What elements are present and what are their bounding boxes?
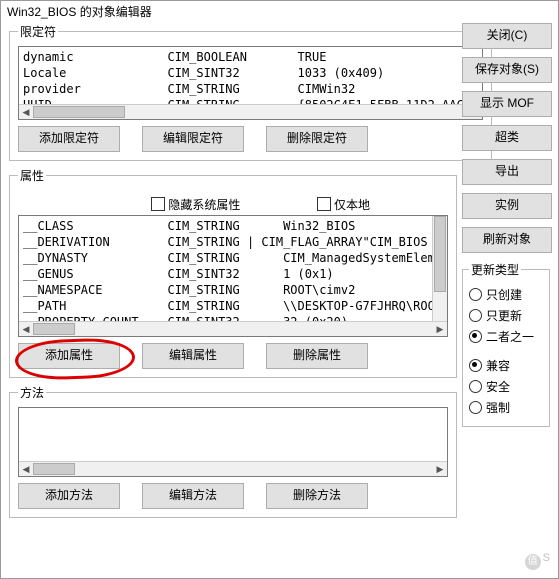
h-scrollbar[interactable]: ◀▶	[19, 104, 482, 119]
attributes-group: 属性 隐藏系统属性 仅本地 __CLASS CIM_STRING Win32_B…	[9, 167, 457, 378]
add-attribute-button[interactable]: 添加属性	[18, 343, 120, 369]
radio-option[interactable]: 二者之一	[469, 328, 543, 345]
radio-option[interactable]: 只创建	[469, 286, 543, 303]
methods-legend: 方法	[18, 384, 46, 401]
update-type-legend: 更新类型	[469, 261, 521, 278]
hide-system-label: 隐藏系统属性	[168, 198, 240, 212]
attributes-legend: 属性	[18, 167, 46, 184]
radio-option[interactable]: 只更新	[469, 307, 543, 324]
radio-option[interactable]: 兼容	[469, 357, 543, 374]
update-type-group: 更新类型 只创建只更新二者之一 兼容安全强制	[462, 261, 550, 427]
local-only-label: 仅本地	[334, 198, 370, 212]
methods-group: 方法 ◀▶ 添加方法 编辑方法 删除方法	[9, 384, 457, 518]
save-object-button[interactable]: 保存对象(S)	[462, 57, 552, 83]
local-only-checkbox[interactable]	[317, 197, 331, 211]
delete-qualifier-button[interactable]: 删除限定符	[266, 126, 368, 152]
add-method-button[interactable]: 添加方法	[18, 483, 120, 509]
window-title: Win32_BIOS 的对象编辑器	[1, 1, 558, 23]
edit-qualifier-button[interactable]: 编辑限定符	[142, 126, 244, 152]
h-scrollbar[interactable]: ◀▶	[19, 321, 447, 336]
add-qualifier-button[interactable]: 添加限定符	[18, 126, 120, 152]
h-scrollbar[interactable]: ◀▶	[19, 461, 447, 476]
radio-option[interactable]: 安全	[469, 378, 543, 395]
superclass-button[interactable]: 超类	[462, 125, 552, 151]
watermark: 值S	[525, 552, 550, 570]
attributes-list[interactable]: __CLASS CIM_STRING Win32_BIOS __DERIVATI…	[18, 215, 448, 337]
qualifiers-legend: 限定符	[18, 23, 58, 40]
instance-button[interactable]: 实例	[462, 193, 552, 219]
edit-attribute-button[interactable]: 编辑属性	[142, 343, 244, 369]
show-mof-button[interactable]: 显示 MOF	[462, 91, 552, 117]
methods-list[interactable]: ◀▶	[18, 407, 448, 477]
close-button[interactable]: 关闭(C)	[462, 23, 552, 49]
v-scrollbar[interactable]	[432, 216, 447, 322]
qualifiers-list[interactable]: dynamic CIM_BOOLEAN TRUE Locale CIM_SINT…	[18, 46, 483, 120]
refresh-object-button[interactable]: 刷新对象	[462, 227, 552, 253]
qualifiers-group: 限定符 dynamic CIM_BOOLEAN TRUE Locale CIM_…	[9, 23, 492, 161]
radio-option[interactable]: 强制	[469, 399, 543, 416]
object-editor-window: Win32_BIOS 的对象编辑器 限定符 dynamic CIM_BOOLEA…	[0, 0, 559, 579]
delete-attribute-button[interactable]: 删除属性	[266, 343, 368, 369]
export-button[interactable]: 导出	[462, 159, 552, 185]
edit-method-button[interactable]: 编辑方法	[142, 483, 244, 509]
delete-method-button[interactable]: 删除方法	[266, 483, 368, 509]
hide-system-checkbox[interactable]	[151, 197, 165, 211]
